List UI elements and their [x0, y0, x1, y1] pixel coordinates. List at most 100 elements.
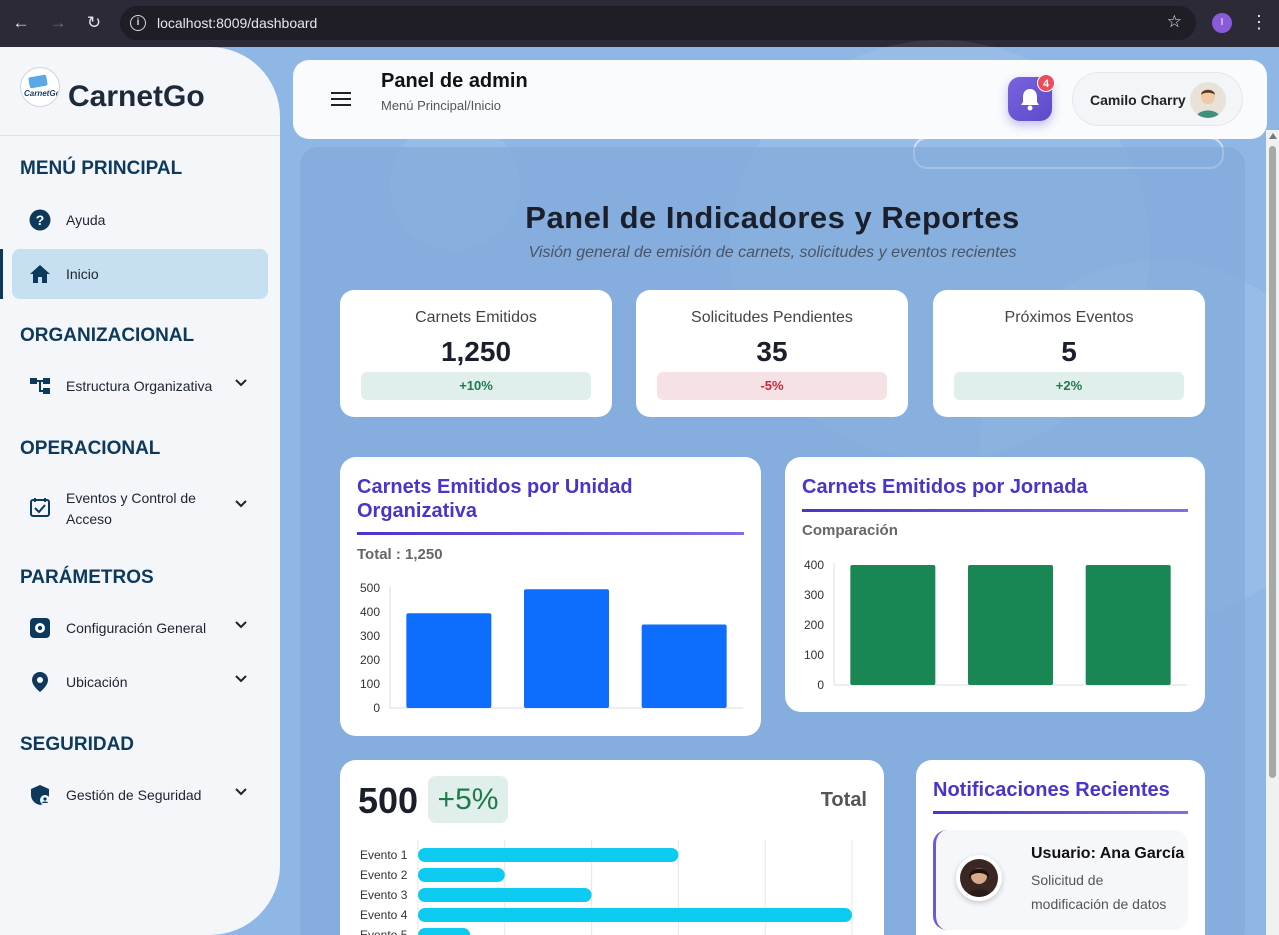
y-tick-label: 400 — [804, 558, 824, 572]
stat-title: Próximos Eventos — [1004, 309, 1134, 326]
sidebar-item-label: Configuración General — [66, 620, 207, 636]
y-tick-label: 400 — [360, 605, 380, 619]
y-tick-label: Evento 2 — [360, 868, 408, 882]
browser-menu-icon[interactable]: ⋮ — [1250, 11, 1268, 33]
sidebar-item-estructura[interactable]: Estructura Organizativa — [12, 361, 268, 411]
site-info-icon[interactable]: i — [130, 15, 146, 31]
y-tick-label: Evento 3 — [360, 888, 408, 902]
title-underline — [802, 509, 1188, 512]
bar — [418, 888, 592, 902]
breadcrumb: Menú Principal/Inicio — [381, 98, 501, 113]
dashboard-subtitle: Visión general de emisión de carnets, so… — [528, 244, 1017, 261]
bookmark-star-icon[interactable]: ☆ — [1167, 12, 1182, 32]
chevron-down-icon[interactable] — [234, 785, 248, 799]
title-underline — [933, 811, 1188, 814]
bar — [418, 908, 852, 922]
divider — [0, 135, 280, 136]
home-icon — [30, 265, 50, 283]
section-title-organizacional: ORGANIZACIONAL — [20, 325, 195, 346]
y-tick-label: 500 — [360, 581, 380, 595]
stat-value: 1,250 — [440, 336, 512, 367]
card-title: Notificaciones Recientes — [933, 779, 1170, 801]
forward-arrow-icon[interactable]: → — [47, 12, 69, 34]
logo: CarnetGo — [20, 67, 60, 107]
browser-toolbar: ← → ↻ i localhost:8009/dashboard ☆ I ⋮ — [0, 0, 1279, 47]
y-tick-label: Evento 5 — [360, 928, 408, 935]
events-total-label: Total — [820, 789, 867, 811]
y-tick-label: 200 — [804, 618, 824, 632]
y-tick-label: 0 — [373, 701, 380, 715]
active-indicator — [0, 249, 3, 299]
top-header: Panel de admin Menú Principal/Inicio 4 C… — [293, 60, 1267, 139]
notification-item[interactable]: Usuario: Ana García Solicitud de modific… — [933, 830, 1188, 930]
scroll-up-arrow-icon[interactable] — [1269, 133, 1277, 139]
card-subtitle: Comparación — [802, 522, 898, 539]
sidebar-item-label: Eventos y Control de Acceso — [66, 490, 196, 527]
stat-change-badge: +2% — [954, 372, 1184, 400]
avatar — [956, 855, 1002, 901]
svg-text:?: ? — [36, 212, 45, 228]
events-chart-card: 500 +5% Total Evento 1 Evento 2 Evento 3 Ev… — [340, 760, 884, 935]
help-icon: ? — [29, 209, 51, 231]
sidebar: CarnetGo CarnetGo MENÚ PRINCIPAL ? Ayuda… — [0, 47, 280, 935]
sidebar-item-gestion[interactable]: Gestión de Seguridad — [12, 770, 268, 820]
sidebar-item-label: Inicio — [66, 266, 99, 282]
chart-card-jornada: Carnets Emitidos por Jornada Comparación… — [785, 457, 1205, 712]
hamburger-menu-icon[interactable] — [331, 92, 351, 108]
chevron-down-icon[interactable] — [234, 376, 248, 390]
notification-message: Solicitud de modificación de datos — [1031, 872, 1167, 912]
address-bar[interactable]: i localhost:8009/dashboard ☆ — [120, 6, 1196, 40]
section-title-parametros: PARÁMETROS — [20, 567, 154, 588]
card-title: Carnets Emitidos por Unidad Organizativa — [357, 476, 633, 522]
stat-change-badge: +10% — [361, 372, 591, 400]
chevron-down-icon[interactable] — [234, 618, 248, 632]
gear-icon — [30, 618, 50, 638]
bar-chart-jornada: 0 100 200 300 400 — [804, 558, 1187, 692]
reload-icon[interactable]: ↻ — [83, 12, 105, 34]
sidebar-item-ayuda[interactable]: ? Ayuda — [12, 195, 268, 245]
card-total: Total : 1,250 — [357, 546, 443, 563]
user-name: Camilo Charry — [1090, 92, 1186, 108]
bar — [524, 589, 609, 708]
notifications-card: Notificaciones Recientes Usuario: Ana Ga… — [916, 760, 1205, 935]
bar — [406, 613, 492, 708]
y-tick-label: 100 — [804, 648, 824, 662]
sidebar-item-label: Gestión de Seguridad — [66, 787, 202, 803]
location-pin-icon — [32, 672, 48, 692]
y-tick-label: 300 — [804, 588, 824, 602]
events-total-value: 500 — [358, 780, 419, 821]
notifications-button[interactable]: 4 — [1008, 74, 1055, 121]
chevron-down-icon[interactable] — [234, 672, 248, 686]
y-tick-label: 200 — [360, 653, 380, 667]
stat-card-carnets: Carnets Emitidos 1,250 +10% — [340, 290, 612, 417]
bar — [641, 624, 727, 708]
bar — [1085, 565, 1171, 685]
sidebar-item-label: Estructura Organizativa — [66, 378, 213, 394]
sidebar-item-inicio[interactable]: Inicio — [12, 249, 268, 299]
y-tick-label: 100 — [360, 677, 380, 691]
hbar-chart-eventos: Evento 1 Evento 2 Evento 3 Evento 4 Evento 5 — [360, 840, 853, 935]
y-tick-label: Evento 4 — [360, 908, 408, 922]
profile-avatar[interactable]: I — [1212, 13, 1232, 33]
sidebar-item-configuracion[interactable]: Configuración General — [12, 603, 268, 653]
sidebar-item-ubicacion[interactable]: Ubicación — [12, 657, 268, 707]
bar — [418, 868, 505, 882]
y-tick-label: 300 — [360, 629, 380, 643]
section-title-seguridad: SEGURIDAD — [20, 734, 135, 755]
stat-value: 5 — [1061, 336, 1077, 367]
sidebar-item-label: Ubicación — [66, 674, 128, 690]
bar — [968, 565, 1053, 685]
user-menu[interactable]: Camilo Charry — [1072, 72, 1243, 126]
dashboard-title: Panel de Indicadores y Reportes — [525, 200, 1020, 235]
back-arrow-icon[interactable]: ← — [10, 12, 32, 34]
chevron-down-icon[interactable] — [234, 497, 248, 511]
stat-card-solicitudes: Solicitudes Pendientes 35 -5% — [636, 290, 908, 417]
shield-user-icon — [31, 785, 50, 805]
sidebar-item-eventos[interactable]: Eventos y Control de Acceso — [12, 482, 268, 532]
scrollbar-thumb[interactable] — [1269, 146, 1276, 778]
page-title: Panel de admin — [381, 70, 528, 92]
page-scrollbar[interactable] — [1266, 130, 1279, 935]
url-text: localhost:8009/dashboard — [157, 15, 318, 31]
stat-value: 35 — [756, 336, 788, 367]
sidebar-item-label: Ayuda — [66, 212, 106, 228]
